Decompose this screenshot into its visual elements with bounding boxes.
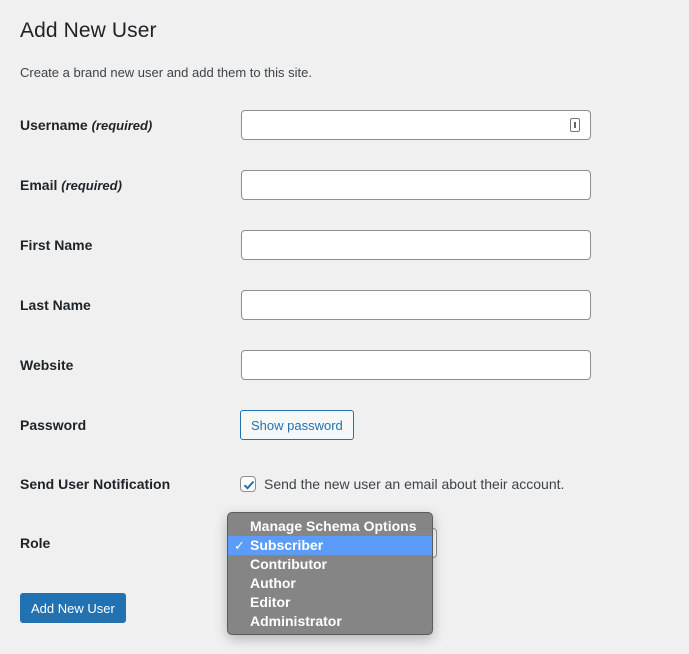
role-option-label: Author — [250, 575, 296, 591]
role-option-manage-schema-options[interactable]: Manage Schema Options — [228, 517, 432, 536]
username-input[interactable] — [241, 110, 591, 140]
website-label: Website — [20, 357, 74, 373]
send-notification-label: Send User Notification — [20, 476, 171, 492]
role-label: Role — [20, 535, 51, 551]
username-required-note: (required) — [91, 118, 153, 133]
email-input[interactable] — [241, 170, 591, 200]
email-label-text: Email — [20, 177, 58, 193]
role-option-contributor[interactable]: Contributor — [228, 555, 432, 574]
username-label-text: Username — [20, 117, 88, 133]
page-title: Add New User — [20, 19, 157, 42]
password-manager-key-icon[interactable] — [570, 118, 580, 132]
role-dropdown-menu: Manage Schema Options ✓ Subscriber Contr… — [227, 512, 433, 635]
role-option-label: Administrator — [250, 613, 342, 629]
username-label: Username (required) — [20, 117, 152, 133]
add-new-user-page: Add New User Create a brand new user and… — [0, 0, 689, 654]
first-name-input[interactable] — [241, 230, 591, 260]
page-description: Create a brand new user and add them to … — [20, 65, 312, 80]
selected-check-icon: ✓ — [234, 538, 245, 553]
role-option-author[interactable]: Author — [228, 574, 432, 593]
email-required-note: (required) — [61, 178, 122, 193]
first-name-label: First Name — [20, 237, 93, 253]
send-notification-checkbox[interactable] — [240, 476, 256, 492]
add-new-user-button[interactable]: Add New User — [20, 593, 126, 623]
last-name-input[interactable] — [241, 290, 591, 320]
role-option-editor[interactable]: Editor — [228, 593, 432, 612]
website-input[interactable] — [241, 350, 591, 380]
send-notification-option[interactable]: Send the new user an email about their a… — [240, 476, 564, 492]
send-notification-text: Send the new user an email about their a… — [264, 476, 565, 492]
role-option-subscriber[interactable]: ✓ Subscriber — [228, 536, 432, 555]
last-name-label: Last Name — [20, 297, 91, 313]
role-option-label: Subscriber — [250, 537, 324, 553]
role-option-administrator[interactable]: Administrator — [228, 612, 432, 631]
role-option-label: Editor — [250, 594, 291, 610]
email-label: Email (required) — [20, 177, 122, 193]
checkmark-icon — [243, 480, 255, 490]
role-option-label: Contributor — [250, 556, 327, 572]
role-option-label: Manage Schema Options — [250, 518, 417, 534]
password-label: Password — [20, 417, 87, 433]
show-password-button[interactable]: Show password — [240, 410, 354, 440]
